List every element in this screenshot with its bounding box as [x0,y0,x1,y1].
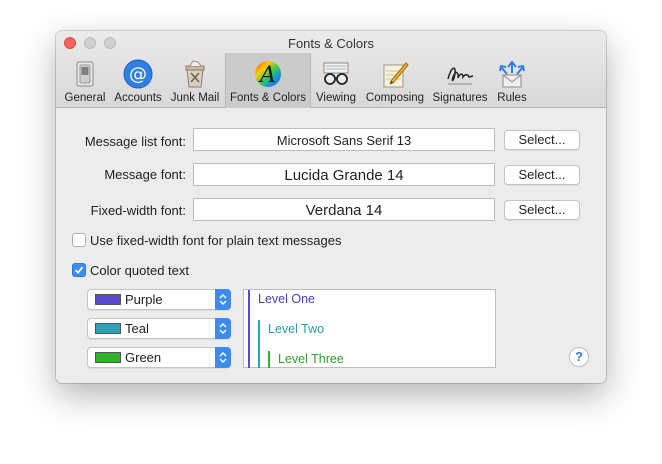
quote-bar-level-three [268,351,270,368]
popup-arrows-icon [215,289,231,310]
tab-composing[interactable]: Composing [361,53,429,108]
popup-selected-value: Teal [125,321,149,336]
tab-accounts[interactable]: @ Accounts [111,53,165,108]
preferences-toolbar: General @ Accounts Junk Mail A Fonts & C… [56,53,606,108]
fixed-width-font-select-button[interactable]: Select... [504,200,580,220]
message-list-font-select-button[interactable]: Select... [504,130,580,150]
quote-color-popup-level-two[interactable]: Teal [87,318,231,339]
color-swatch [95,294,121,305]
tab-signatures[interactable]: Signatures [429,53,491,108]
tab-label: General [64,92,106,104]
preview-level-three: Level Three [278,352,344,366]
tab-fonts-colors[interactable]: A Fonts & Colors [225,53,311,108]
message-font-label: Message font: [104,167,186,182]
color-quoted-text-checkbox[interactable] [72,263,86,277]
tab-label: Accounts [114,92,162,104]
quote-bar-level-two [258,320,260,368]
quote-color-popup-level-three[interactable]: Green [87,347,231,368]
signature-icon [447,67,474,85]
preferences-window: Fonts & Colors General @ Accounts Junk M… [56,31,606,383]
svg-text:@: @ [129,64,147,85]
quote-bar-level-one [248,290,250,368]
quoted-text-preview: Level One Level Two Level Three [243,289,496,368]
accounts-at-icon: @ [123,59,153,89]
popup-arrows-icon [215,318,231,339]
tab-rules[interactable]: Rules [491,53,533,108]
preview-level-one: Level One [258,292,315,306]
svg-text:A: A [258,63,276,88]
fixed-width-plain-text-checkbox[interactable] [72,233,86,247]
tab-label: Fonts & Colors [229,92,307,104]
tab-label: Junk Mail [170,92,220,104]
help-button[interactable]: ? [569,347,589,367]
popup-selected-value: Green [125,350,162,365]
general-switch-icon [76,61,94,87]
tab-label: Viewing [315,92,357,104]
fixed-width-font-label: Fixed-width font: [90,203,186,218]
tab-label: Rules [497,92,527,104]
quote-color-popup-level-one[interactable]: Purple [87,289,231,310]
tab-label: Signatures [432,92,488,104]
message-font-field: Lucida Grande 14 [193,163,495,186]
window-title: Fonts & Colors [288,36,374,51]
tab-junk-mail[interactable]: Junk Mail [165,53,225,108]
title-bar: Fonts & Colors General @ Accounts Junk M… [56,31,606,108]
viewing-glasses-icon [323,62,349,85]
popup-selected-value: Purple [125,292,163,307]
junk-mail-bin-icon [185,60,205,88]
fixed-width-plain-text-label: Use fixed-width font for plain text mess… [90,233,342,248]
tab-label: Composing [365,92,425,104]
color-swatch [95,352,121,363]
color-swatch [95,323,121,334]
checkmark-icon [74,266,84,274]
message-list-font-field: Microsoft Sans Serif 13 [193,128,495,151]
color-quoted-text-label: Color quoted text [90,263,190,278]
preview-level-two: Level Two [268,322,325,336]
message-list-font-label: Message list font: [84,134,186,149]
message-font-select-button[interactable]: Select... [504,165,580,185]
fixed-width-font-field: Verdana 14 [193,198,495,221]
fonts-colors-icon: A [255,61,281,88]
composing-pencil-icon [383,62,409,88]
popup-arrows-icon [215,347,231,368]
rules-arrows-icon [499,60,525,88]
tab-viewing[interactable]: Viewing [311,53,361,108]
tab-general[interactable]: General [59,53,111,108]
